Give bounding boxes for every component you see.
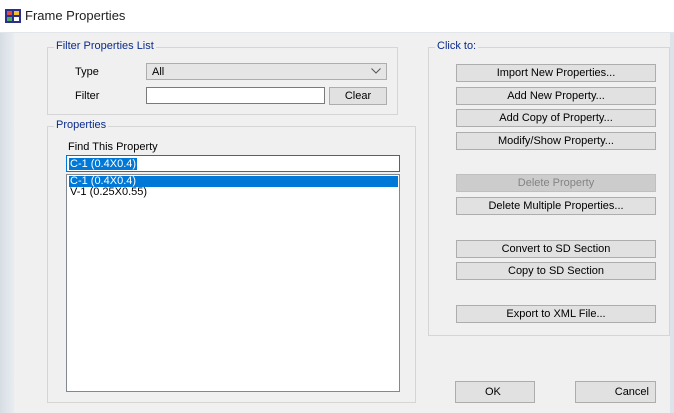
ok-button[interactable]: OK xyxy=(455,381,535,403)
find-property-input[interactable]: C-1 (0.4X0.4) xyxy=(66,155,400,172)
convert-to-sd-section-button[interactable]: Convert to SD Section xyxy=(456,240,656,258)
import-new-properties-button[interactable]: Import New Properties... xyxy=(456,64,656,82)
window-title: Frame Properties xyxy=(25,8,126,23)
list-item[interactable]: V-1 (0.25X0.55) xyxy=(69,187,398,198)
find-property-value: C-1 (0.4X0.4) xyxy=(69,158,138,170)
filter-group-legend: Filter Properties List xyxy=(54,40,156,52)
add-new-property-button[interactable]: Add New Property... xyxy=(456,87,656,105)
chevron-down-icon xyxy=(371,68,381,74)
cancel-button[interactable]: Cancel xyxy=(575,381,656,403)
properties-group-legend: Properties xyxy=(54,119,109,131)
click-to-legend: Click to: xyxy=(435,40,479,52)
frame-properties-icon xyxy=(5,9,21,23)
filter-label: Filter xyxy=(75,90,100,102)
modify-show-property-button[interactable]: Modify/Show Property... xyxy=(456,132,656,150)
add-copy-of-property-button[interactable]: Add Copy of Property... xyxy=(456,109,656,127)
type-selected-value: All xyxy=(152,66,165,78)
delete-property-button: Delete Property xyxy=(456,174,656,192)
background-window-edge xyxy=(0,33,14,413)
clear-button[interactable]: Clear xyxy=(329,87,387,105)
export-to-xml-file-button[interactable]: Export to XML File... xyxy=(456,305,656,323)
type-label: Type xyxy=(75,66,99,78)
copy-to-sd-section-button[interactable]: Copy to SD Section xyxy=(456,262,656,280)
type-dropdown[interactable]: All xyxy=(146,63,387,80)
delete-multiple-properties-button[interactable]: Delete Multiple Properties... xyxy=(456,197,656,215)
title-bar[interactable]: Frame Properties xyxy=(0,0,674,33)
find-property-label: Find This Property xyxy=(68,141,158,153)
filter-input[interactable] xyxy=(146,87,325,104)
properties-list[interactable]: C-1 (0.4X0.4) V-1 (0.25X0.55) xyxy=(66,174,400,392)
